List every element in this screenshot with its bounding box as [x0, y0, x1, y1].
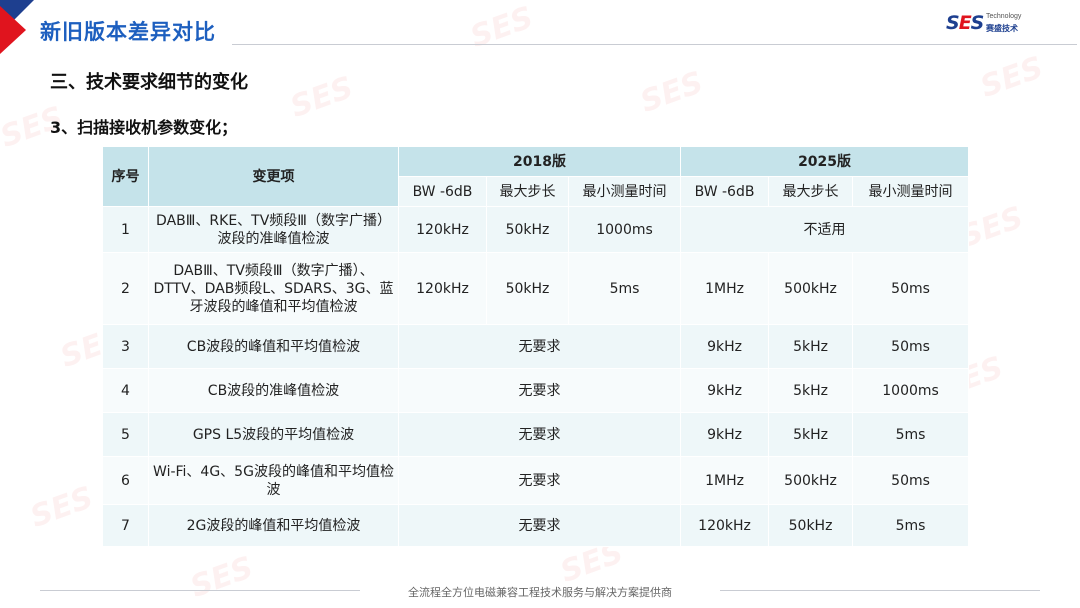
cell-merged: 无要求: [397, 324, 682, 369]
subheader-time: 最小测量时间: [567, 176, 682, 207]
cell-value: 50kHz: [486, 206, 569, 253]
cell-value: 5ms: [852, 504, 970, 547]
cell-merged: 不适用: [680, 206, 970, 253]
header-2018: 2018版: [397, 146, 682, 177]
cell-value: 9kHz: [680, 324, 770, 369]
cell-value: 5kHz: [768, 412, 854, 457]
slide-title: 新旧版本差异对比: [40, 20, 216, 44]
cell-value: 120kHz: [398, 206, 487, 253]
cell-merged: 无要求: [397, 456, 682, 505]
cell-item: CB波段的峰值和平均值检波: [148, 324, 399, 369]
cell-value: 5ms: [852, 412, 970, 457]
title-divider: [232, 44, 1077, 45]
table-row: 6 Wi-Fi、4G、5G波段的峰值和平均值检波 无要求 1MHz 500kHz…: [102, 456, 970, 505]
title-bar: 新旧版本差异对比 SES Technology 赛盛技术: [0, 0, 1080, 62]
subheader-bw: BW -6dB: [680, 176, 770, 207]
cell-value: 500kHz: [768, 456, 854, 505]
table-row: 5 GPS L5波段的平均值检波 无要求 9kHz 5kHz 5ms: [102, 412, 970, 457]
cell-item: DABⅢ、RKE、TV频段Ⅲ（数字广播）波段的准峰值检波: [148, 206, 399, 253]
subheader-step: 最大步长: [486, 176, 569, 207]
cell-item: 2G波段的峰值和平均值检波: [148, 504, 399, 547]
cell-seq: 6: [102, 456, 149, 505]
table-row: 2 DABⅢ、TV频段Ⅲ（数字广播）、DTTV、DAB频段L、SDARS、3G、…: [102, 252, 970, 325]
watermark: SES: [25, 480, 98, 535]
header-2025: 2025版: [680, 146, 970, 177]
cell-value: 5ms: [567, 252, 682, 325]
cell-value: 500kHz: [768, 252, 854, 325]
company-logo: SES Technology 赛盛技术: [946, 12, 1026, 36]
cell-value: 1MHz: [680, 252, 770, 325]
subheader-bw: BW -6dB: [398, 176, 487, 207]
cell-value: 1000ms: [567, 206, 682, 253]
cell-value: 50kHz: [486, 252, 569, 325]
cell-merged: 无要求: [397, 412, 682, 457]
params-table-container: 序号 变更项 2018版 2025版 BW -6dB 最大步长 最小测量时间 B…: [102, 146, 970, 547]
section-heading: 三、技术要求细节的变化: [50, 72, 248, 93]
cell-item: GPS L5波段的平均值检波: [148, 412, 399, 457]
cell-seq: 3: [102, 324, 149, 369]
footer-text: 全流程全方位电磁兼容工程技术服务与解决方案提供商: [408, 586, 672, 599]
watermark: SES: [285, 70, 358, 125]
logo-mark: SES: [946, 12, 984, 34]
cell-value: 9kHz: [680, 412, 770, 457]
sub-heading: 3、扫描接收机参数变化；: [50, 118, 238, 137]
cell-merged: 无要求: [397, 504, 682, 547]
cell-value: 1000ms: [852, 368, 970, 413]
cell-merged: 无要求: [397, 368, 682, 413]
params-table: 序号 变更项 2018版 2025版 BW -6dB 最大步长 最小测量时间 B…: [102, 146, 970, 547]
cell-item: DABⅢ、TV频段Ⅲ（数字广播）、DTTV、DAB频段L、SDARS、3G、蓝牙…: [148, 252, 399, 325]
cell-value: 9kHz: [680, 368, 770, 413]
cell-seq: 1: [102, 206, 149, 253]
cell-value: 5kHz: [768, 324, 854, 369]
subheader-time: 最小测量时间: [852, 176, 970, 207]
corner-accent-red: [0, 6, 26, 54]
table-row: 3 CB波段的峰值和平均值检波 无要求 9kHz 5kHz 50ms: [102, 324, 970, 369]
cell-seq: 7: [102, 504, 149, 547]
watermark: SES: [635, 65, 708, 120]
logo-cn-text: 赛盛技术: [986, 24, 1018, 33]
table-row: 4 CB波段的准峰值检波 无要求 9kHz 5kHz 1000ms: [102, 368, 970, 413]
logo-subtext: Technology: [986, 13, 1022, 20]
cell-value: 50ms: [852, 324, 970, 369]
cell-seq: 4: [102, 368, 149, 413]
cell-item: CB波段的准峰值检波: [148, 368, 399, 413]
table-row: 7 2G波段的峰值和平均值检波 无要求 120kHz 50kHz 5ms: [102, 504, 970, 547]
cell-value: 120kHz: [680, 504, 770, 547]
cell-value: 50ms: [852, 456, 970, 505]
cell-item: Wi-Fi、4G、5G波段的峰值和平均值检波: [148, 456, 399, 505]
cell-value: 50ms: [852, 252, 970, 325]
cell-value: 50kHz: [768, 504, 854, 547]
cell-value: 5kHz: [768, 368, 854, 413]
cell-seq: 2: [102, 252, 149, 325]
header-item: 变更项: [148, 146, 399, 207]
cell-value: 1MHz: [680, 456, 770, 505]
table-row: 1 DABⅢ、RKE、TV频段Ⅲ（数字广播）波段的准峰值检波 120kHz 50…: [102, 206, 970, 253]
header-seq: 序号: [102, 146, 149, 207]
cell-seq: 5: [102, 412, 149, 457]
cell-value: 120kHz: [398, 252, 487, 325]
subheader-step: 最大步长: [768, 176, 854, 207]
